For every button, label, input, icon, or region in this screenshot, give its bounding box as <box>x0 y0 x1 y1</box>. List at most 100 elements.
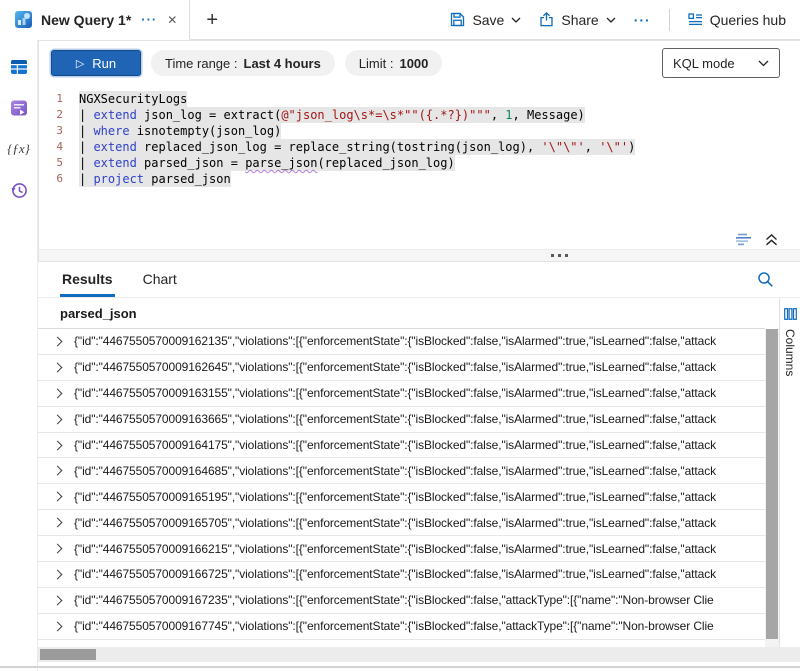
table-row[interactable]: {"id":"4467550570009167235","violations"… <box>38 588 765 614</box>
run-button[interactable]: ▷ Run <box>51 50 141 76</box>
table-row[interactable]: {"id":"4467550570009165195","violations"… <box>38 484 765 510</box>
editor-line[interactable]: 5| extend parsed_json = parse_json(repla… <box>39 155 800 171</box>
columns-panel-label: Columns <box>783 329 797 376</box>
table-row[interactable]: {"id":"4467550570009164685","violations"… <box>38 458 765 484</box>
row-json-text: {"id":"4467550570009163155","violations"… <box>74 386 716 400</box>
search-icon <box>757 271 774 288</box>
row-expand-chevron-icon[interactable] <box>53 595 63 605</box>
editor-line[interactable]: 4| extend replaced_json_log = replace_st… <box>39 139 800 155</box>
window-bottom-edge <box>0 666 800 668</box>
more-actions-button[interactable]: ··· <box>634 12 651 28</box>
kql-mode-select[interactable]: KQL mode <box>662 48 780 78</box>
chevron-down-icon <box>758 60 769 67</box>
table-icon <box>9 57 29 77</box>
table-row[interactable]: {"id":"4467550570009163665","violations"… <box>38 407 765 433</box>
tab-more-icon[interactable]: ··· <box>141 12 157 27</box>
row-json-text: {"id":"4467550570009162135","violations"… <box>74 334 716 348</box>
line-number: 1 <box>39 91 79 107</box>
save-label: Save <box>472 12 504 28</box>
query-actions: Save Share ··· <box>450 9 800 31</box>
row-expand-chevron-icon[interactable] <box>53 492 63 502</box>
panel-splitter-handle[interactable] <box>39 249 800 261</box>
table-row[interactable]: {"id":"4467550570009166725","violations"… <box>38 562 765 588</box>
search-results-button[interactable] <box>757 271 774 288</box>
horizontal-scrollbar-thumb[interactable] <box>40 649 96 660</box>
tab-chart[interactable]: Chart <box>141 265 179 297</box>
tab-results[interactable]: Results <box>60 265 115 297</box>
query-doc-icon <box>9 98 29 118</box>
code-text: | extend replaced_json_log = replace_str… <box>79 139 635 155</box>
query-statistics-button[interactable] <box>735 233 753 246</box>
time-range-label: Time range : <box>165 56 238 71</box>
columns-side-panel[interactable]: Columns <box>779 298 800 647</box>
share-button[interactable]: Share <box>539 12 615 28</box>
table-row[interactable]: {"id":"4467550570009163155","violations"… <box>38 381 765 407</box>
vertical-scrollbar[interactable] <box>765 298 779 647</box>
editor-line[interactable]: 3| where isnotempty(json_log) <box>39 123 800 139</box>
row-expand-chevron-icon[interactable] <box>53 570 63 580</box>
adx-logo-icon <box>14 10 33 29</box>
double-chevron-up-icon <box>765 234 778 246</box>
save-button[interactable]: Save <box>450 12 521 28</box>
kql-code-editor[interactable]: 1NGXSecurityLogs2| extend json_log = ext… <box>39 85 800 249</box>
limit-label: Limit : <box>359 56 394 71</box>
result-rows: {"id":"4467550570009162135","violations"… <box>38 329 765 647</box>
row-json-text: {"id":"4467550570009167745","violations"… <box>74 619 714 633</box>
collapse-editor-button[interactable] <box>765 234 778 246</box>
history-clock-icon <box>9 180 29 200</box>
share-label: Share <box>561 12 598 28</box>
editor-line[interactable]: 1NGXSecurityLogs <box>39 91 800 107</box>
tab-title: New Query 1* <box>41 12 131 28</box>
vertical-scrollbar-thumb[interactable] <box>766 329 778 639</box>
row-expand-chevron-icon[interactable] <box>53 621 63 631</box>
row-expand-chevron-icon[interactable] <box>53 336 63 346</box>
query-toolbar: ▷ Run Time range : Last 4 hours Limit : … <box>39 41 800 85</box>
editor-line[interactable]: 6| project parsed_json <box>39 171 800 187</box>
run-label: Run <box>92 56 116 71</box>
row-json-text: {"id":"4467550570009162645","violations"… <box>74 360 716 374</box>
tab-close-icon[interactable]: ✕ <box>167 13 177 27</box>
toolbar-divider <box>669 9 670 31</box>
row-expand-chevron-icon[interactable] <box>53 388 63 398</box>
saved-queries-icon[interactable] <box>7 97 31 119</box>
row-expand-chevron-icon[interactable] <box>53 362 63 372</box>
results-panel: Results Chart parsed_json {"id":"4467550… <box>38 262 800 671</box>
chevron-down-icon <box>606 17 616 23</box>
results-grid: parsed_json {"id":"4467550570009162135",… <box>38 298 765 647</box>
row-json-text: {"id":"4467550570009165195","violations"… <box>74 490 716 504</box>
line-number: 2 <box>39 107 79 123</box>
horizontal-scrollbar[interactable] <box>38 647 800 662</box>
line-number: 3 <box>39 123 79 139</box>
column-header-parsed-json[interactable]: parsed_json <box>38 298 765 329</box>
tab-new-query-1[interactable]: New Query 1* ··· ✕ <box>0 0 190 40</box>
time-range-pill[interactable]: Time range : Last 4 hours <box>151 50 335 76</box>
limit-pill[interactable]: Limit : 1000 <box>345 50 443 76</box>
table-row[interactable]: {"id":"4467550570009165705","violations"… <box>38 510 765 536</box>
line-number: 4 <box>39 139 79 155</box>
row-expand-chevron-icon[interactable] <box>53 440 63 450</box>
row-expand-chevron-icon[interactable] <box>53 414 63 424</box>
query-history-icon[interactable] <box>7 179 31 201</box>
line-number: 6 <box>39 171 79 187</box>
query-tab-bar: New Query 1* ··· ✕ + Save <box>0 0 800 40</box>
row-expand-chevron-icon[interactable] <box>53 466 63 476</box>
functions-icon[interactable]: {ƒx} <box>7 138 31 160</box>
left-icon-rail: {ƒx} <box>0 40 38 671</box>
results-tab-bar: Results Chart <box>38 262 800 298</box>
splitter-dots-icon <box>551 254 568 257</box>
table-row[interactable]: {"id":"4467550570009162135","violations"… <box>38 329 765 355</box>
row-json-text: {"id":"4467550570009167235","violations"… <box>74 593 714 607</box>
editor-line[interactable]: 2| extend json_log = extract(@"json_log\… <box>39 107 800 123</box>
row-expand-chevron-icon[interactable] <box>53 544 63 554</box>
new-tab-button[interactable]: + <box>206 10 218 30</box>
table-row[interactable]: {"id":"4467550570009162645","violations"… <box>38 355 765 381</box>
queries-hub-button[interactable]: Queries hub <box>688 12 786 28</box>
table-row[interactable]: {"id":"4467550570009166215","violations"… <box>38 536 765 562</box>
table-row[interactable]: {"id":"4467550570009167745","violations"… <box>38 614 765 640</box>
row-expand-chevron-icon[interactable] <box>53 518 63 528</box>
code-text: | extend json_log = extract(@"json_log\s… <box>79 107 585 123</box>
limit-value: 1000 <box>399 56 428 71</box>
connections-table-icon[interactable] <box>7 56 31 78</box>
time-range-value: Last 4 hours <box>244 56 321 71</box>
table-row[interactable]: {"id":"4467550570009164175","violations"… <box>38 433 765 459</box>
